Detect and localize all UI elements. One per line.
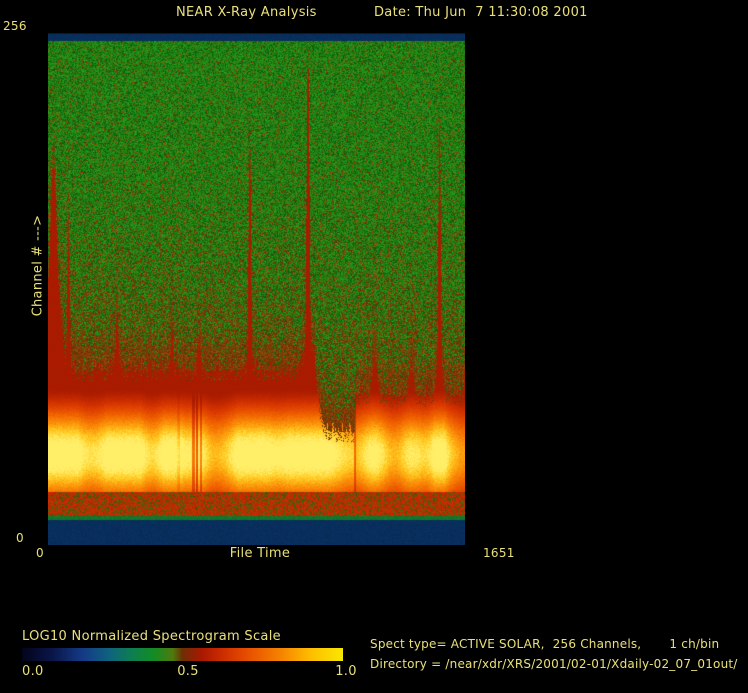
spectrogram-heatmap [48, 33, 465, 545]
near-xray-analysis-window: NEAR X-Ray Analysis Date: Thu Jun 7 11:3… [0, 0, 748, 693]
y-axis-label: Channel # ---> [31, 186, 46, 346]
spect-type-line: Spect type= ACTIVE SOLAR, 256 Channels, … [370, 637, 719, 651]
x-axis-tick-max: 1651 [483, 546, 515, 560]
colorbar-tick-1: 0.5 [176, 664, 200, 679]
colorbar-gradient [22, 648, 343, 661]
date-label: Date: Thu Jun 7 11:30:08 2001 [374, 5, 588, 20]
colorbar-tick-0: 0.0 [22, 664, 44, 679]
x-axis-label: File Time [160, 546, 360, 561]
y-axis-tick-max: 256 [3, 19, 27, 33]
directory-line: Directory = /near/xdr/XRS/2001/02-01/Xda… [370, 657, 738, 671]
page-title: NEAR X-Ray Analysis [176, 5, 317, 20]
colorbar-tick-2: 1.0 [334, 664, 358, 679]
y-axis-tick-min: 0 [16, 531, 24, 545]
colorbar-title: LOG10 Normalized Spectrogram Scale [22, 629, 281, 644]
x-axis-tick-min: 0 [36, 546, 44, 560]
